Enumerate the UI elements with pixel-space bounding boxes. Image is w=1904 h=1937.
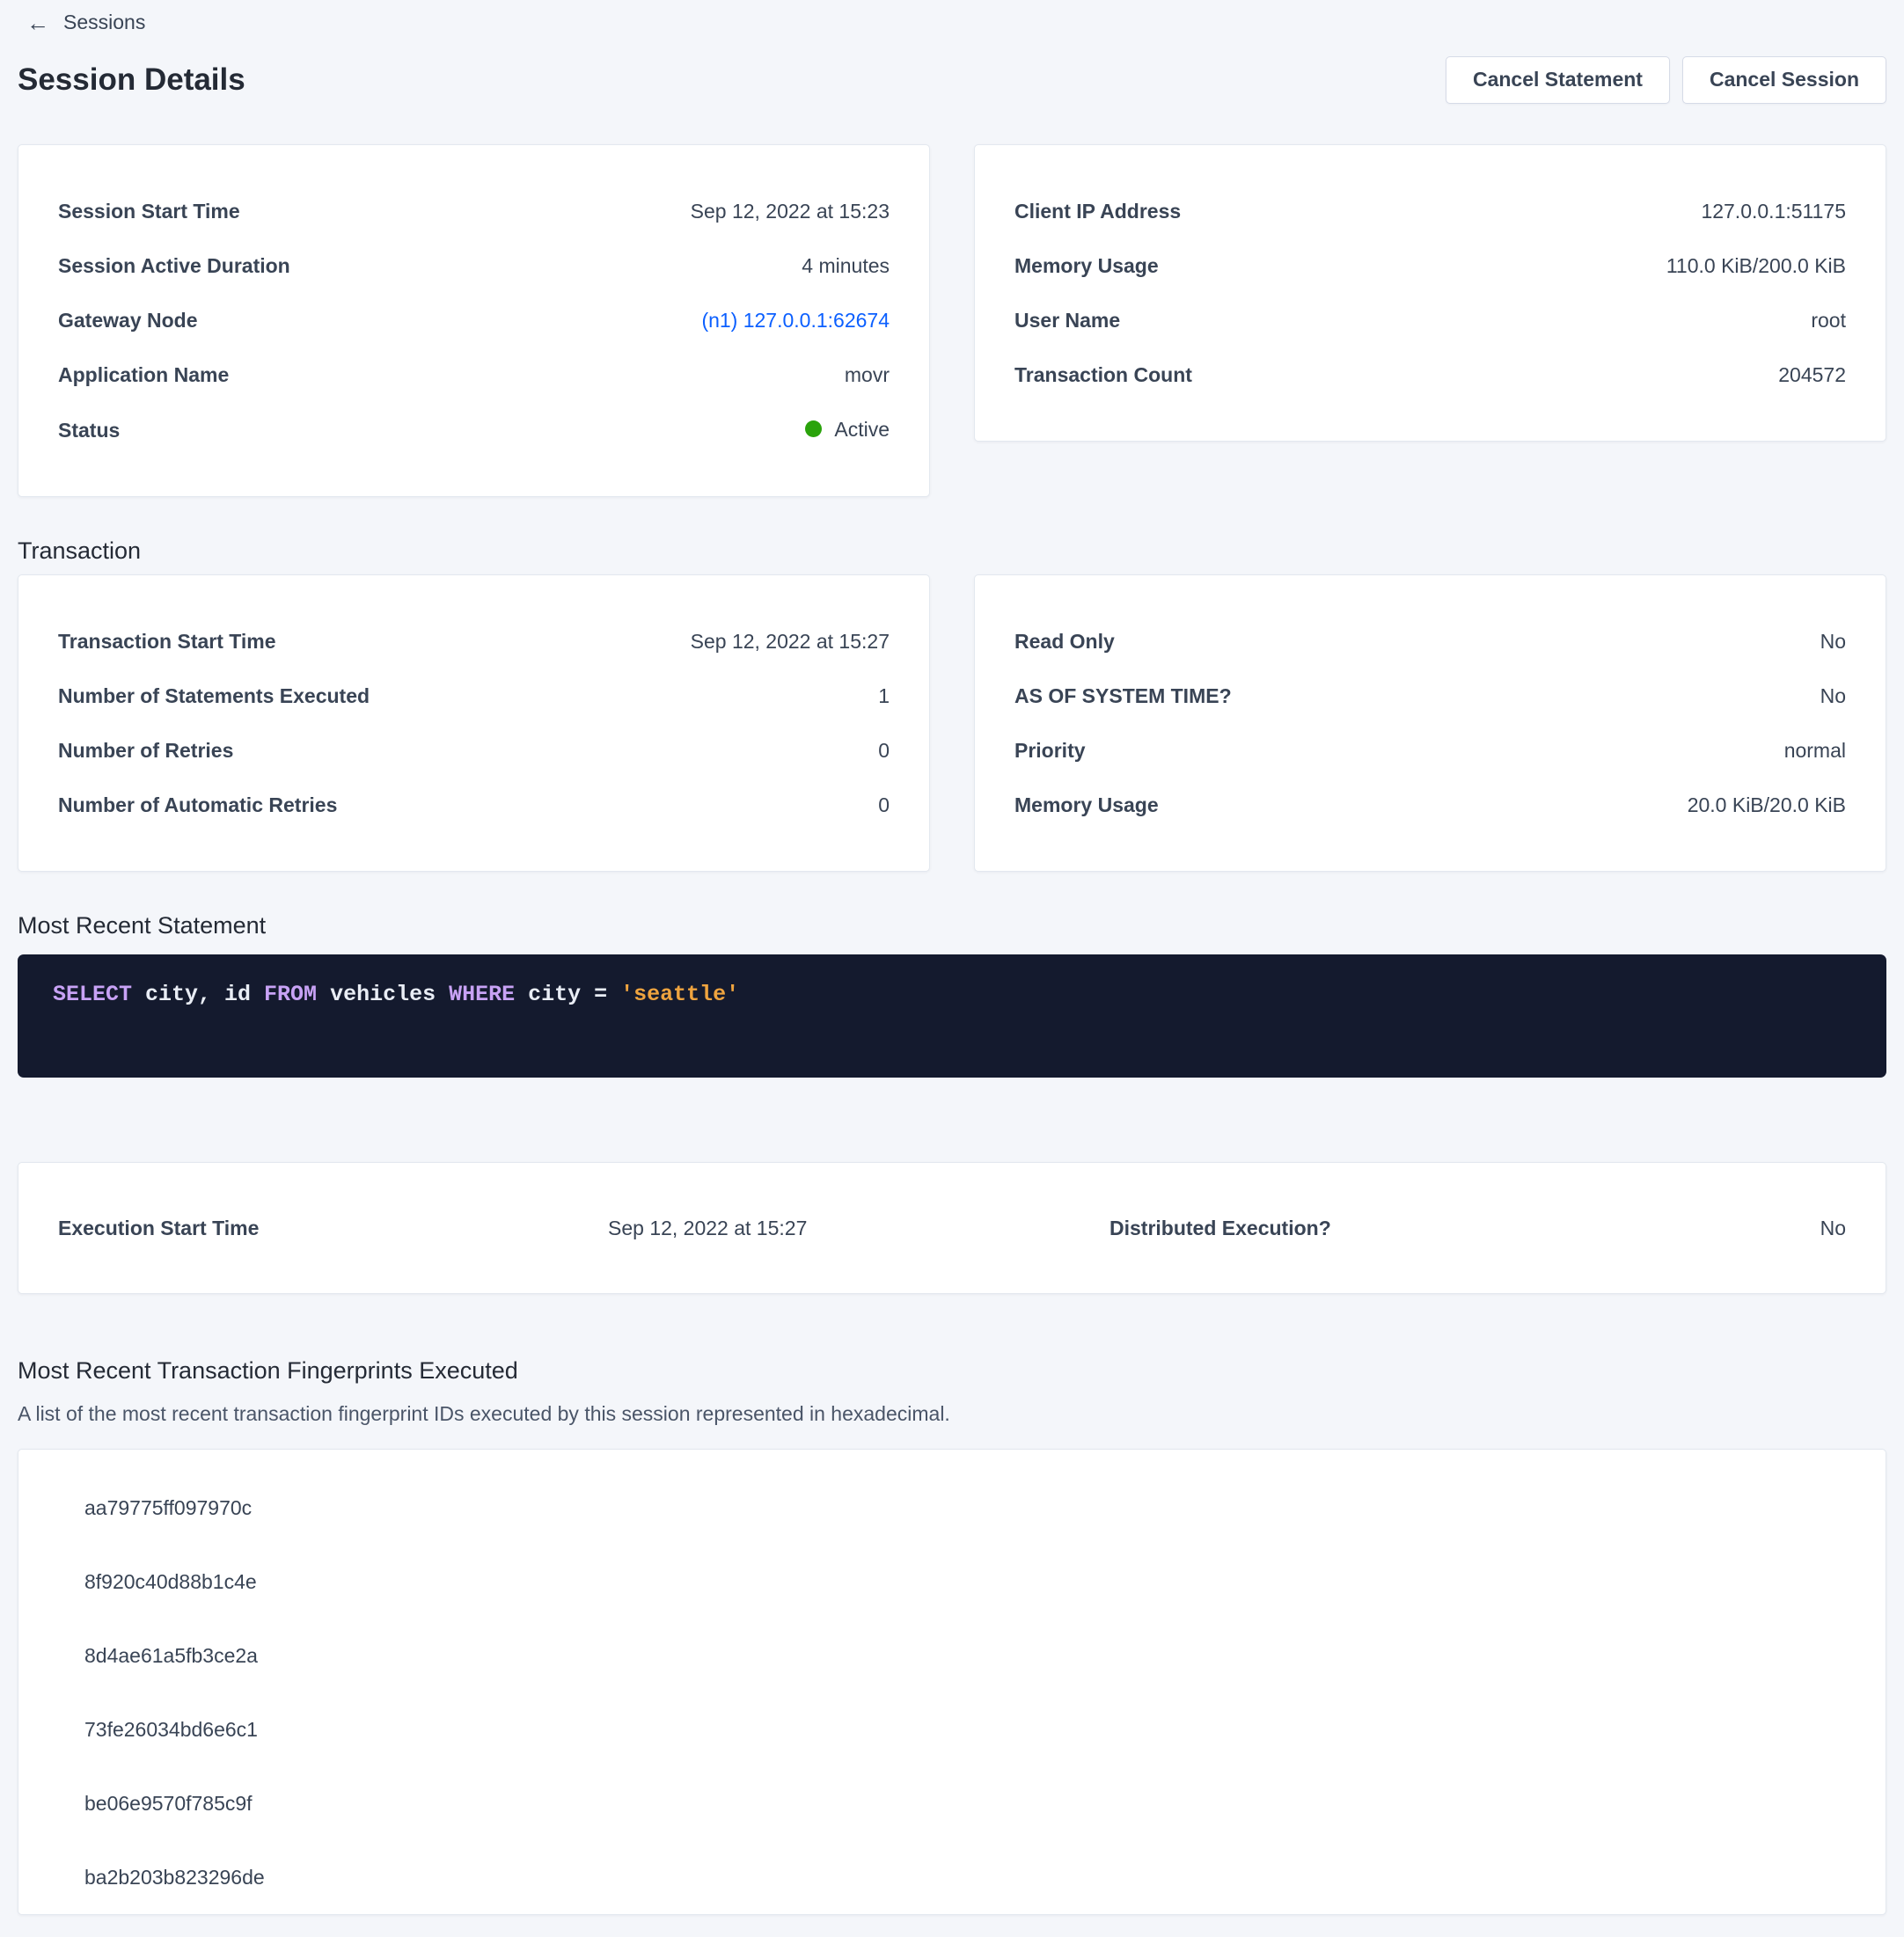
row-value: normal [1784,738,1846,763]
status-badge: Active [805,417,890,442]
fingerprints-card: aa79775ff097970c 8f920c40d88b1c4e 8d4ae6… [18,1449,1886,1915]
row-label: Session Start Time [58,199,240,223]
session-summary-section: Session Start Time Sep 12, 2022 at 15:23… [18,144,1886,498]
sql-statement-box: SELECT city, id FROM vehicles WHERE city… [18,954,1886,1078]
fingerprints-description: A list of the most recent transaction fi… [18,1401,1886,1426]
status-active-dot-icon [805,420,822,437]
row-value: Sep 12, 2022 at 15:27 [691,629,890,654]
sql-statement: SELECT city, id FROM vehicles WHERE city… [53,982,739,1007]
statements-executed-row: Number of Statements Executed 1 [58,669,890,723]
row-value: 110.0 KiB/200.0 KiB [1666,253,1846,278]
gateway-node-link[interactable]: (n1) 127.0.0.1:62674 [701,308,890,333]
most-recent-statement-title: Most Recent Statement [18,910,1886,940]
session-start-time-row: Session Start Time Sep 12, 2022 at 15:23 [58,184,890,238]
sql-identifier: city, id [132,982,264,1007]
row-value: 1 [878,683,890,708]
row-label: Transaction Count [1014,362,1192,387]
user-name-row: User Name root [1014,293,1846,347]
execution-start-time-value: Sep 12, 2022 at 15:27 [608,1216,1109,1240]
header-actions: Cancel Statement Cancel Session [1446,56,1886,104]
back-to-sessions-link[interactable]: ← Sessions [26,11,145,34]
fingerprint-list-item: be06e9570f785c9f [58,1766,1846,1840]
sql-keyword: FROM [264,982,317,1007]
row-label: Number of Automatic Retries [58,793,337,817]
session-active-duration-row: Session Active Duration 4 minutes [58,238,890,293]
row-value: root [1811,308,1846,333]
status-text: Active [834,417,890,442]
row-label: AS OF SYSTEM TIME? [1014,683,1232,708]
row-value: 4 minutes [802,253,890,278]
sql-keyword: SELECT [53,982,132,1007]
back-link-label: Sessions [63,11,145,34]
distributed-execution-value: No [1331,1216,1846,1240]
sql-identifier: vehicles [317,982,449,1007]
execution-card: Execution Start Time Sep 12, 2022 at 15:… [18,1162,1886,1294]
row-value: 127.0.0.1:51175 [1701,199,1846,223]
row-label: Memory Usage [1014,253,1159,278]
row-label: Transaction Start Time [58,629,276,654]
sql-string-literal: 'seattle' [620,982,739,1007]
sql-keyword: WHERE [449,982,515,1007]
application-name-row: Application Name movr [58,347,890,402]
gateway-node-row: Gateway Node (n1) 127.0.0.1:62674 [58,293,890,347]
row-label: Number of Retries [58,738,233,763]
row-label: Priority [1014,738,1086,763]
top-navigation: ← Sessions [0,0,1904,35]
status-row: Status Active [58,402,890,458]
row-value: Sep 12, 2022 at 15:23 [691,199,890,223]
transaction-memory-usage-row: Memory Usage 20.0 KiB/20.0 KiB [1014,778,1846,832]
fingerprint-list-item: 8d4ae61a5fb3ce2a [58,1619,1846,1692]
row-value: 20.0 KiB/20.0 KiB [1688,793,1846,817]
fingerprint-list-item: ba2b203b823296de [58,1840,1846,1914]
transaction-section: Transaction Start Time Sep 12, 2022 at 1… [18,574,1886,872]
row-label: Memory Usage [1014,793,1159,817]
row-label: Gateway Node [58,308,198,333]
session-info-card: Session Start Time Sep 12, 2022 at 15:23… [18,144,930,498]
priority-row: Priority normal [1014,723,1846,778]
transaction-count-row: Transaction Count 204572 [1014,347,1846,402]
row-value: 204572 [1778,362,1846,387]
fingerprint-list-item: 73fe26034bd6e6c1 [58,1692,1846,1766]
transaction-left-card: Transaction Start Time Sep 12, 2022 at 1… [18,574,930,872]
row-label: Application Name [58,362,229,387]
memory-usage-row: Memory Usage 110.0 KiB/200.0 KiB [1014,238,1846,293]
fingerprint-list-item: 8f920c40d88b1c4e [58,1545,1846,1619]
row-label: User Name [1014,308,1120,333]
automatic-retries-row: Number of Automatic Retries 0 [58,778,890,832]
sql-identifier: city = [515,982,620,1007]
as-of-system-time-row: AS OF SYSTEM TIME? No [1014,669,1846,723]
page-title: Session Details [18,61,245,99]
client-info-card: Client IP Address 127.0.0.1:51175 Memory… [974,144,1886,442]
execution-start-time-label: Execution Start Time [58,1216,608,1240]
row-label: Status [58,418,120,442]
transaction-section-title: Transaction [18,536,1886,566]
row-value: No [1820,683,1846,708]
row-value: 0 [878,793,890,817]
fingerprints-section-title: Most Recent Transaction Fingerprints Exe… [18,1356,1886,1385]
fingerprint-list-item: aa79775ff097970c [58,1471,1846,1545]
row-value: No [1820,629,1846,654]
cancel-session-button[interactable]: Cancel Session [1682,56,1886,104]
read-only-row: Read Only No [1014,614,1846,669]
retries-row: Number of Retries 0 [58,723,890,778]
row-value: movr [845,362,890,387]
transaction-start-time-row: Transaction Start Time Sep 12, 2022 at 1… [58,614,890,669]
row-label: Client IP Address [1014,199,1181,223]
transaction-right-card: Read Only No AS OF SYSTEM TIME? No Prior… [974,574,1886,872]
distributed-execution-label: Distributed Execution? [1109,1216,1331,1240]
back-arrow-icon: ← [26,11,49,34]
row-value: 0 [878,738,890,763]
row-label: Session Active Duration [58,253,290,278]
page-header: Session Details Cancel Statement Cancel … [18,56,1886,104]
cancel-statement-button[interactable]: Cancel Statement [1446,56,1670,104]
row-label: Read Only [1014,629,1115,654]
client-ip-row: Client IP Address 127.0.0.1:51175 [1014,184,1846,238]
row-label: Number of Statements Executed [58,683,370,708]
